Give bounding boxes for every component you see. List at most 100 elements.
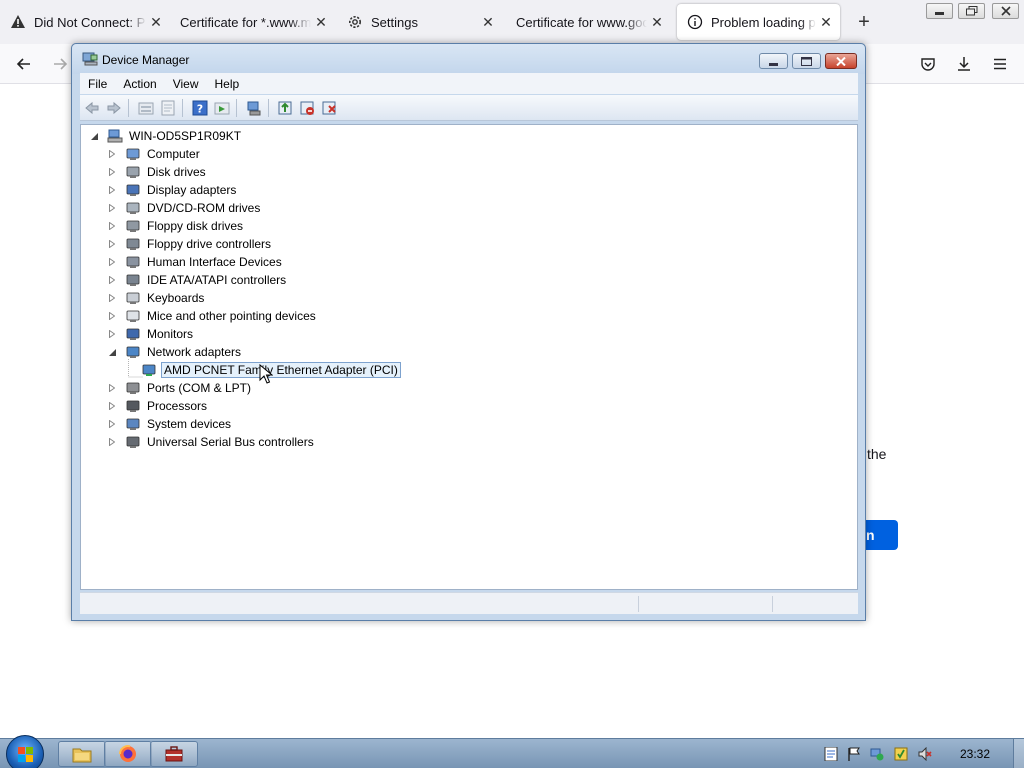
dm-minimize-button[interactable] (759, 53, 788, 69)
windows-logo-icon (18, 747, 33, 762)
menu-help[interactable]: Help (207, 77, 248, 91)
dm-maximize-button[interactable] (792, 53, 821, 69)
menu-button[interactable] (988, 52, 1012, 76)
expand-arrow-icon[interactable] (107, 181, 117, 199)
browser-tabstrip: Did Not Connect: Potential Security Issu… (0, 0, 1024, 44)
tree-node-label: Disk drives (147, 165, 206, 179)
expand-arrow-icon[interactable] (107, 199, 117, 217)
tab-certificate-google[interactable]: Certificate for www.google.com ✕ (506, 4, 671, 40)
tab-close-button[interactable]: ✕ (146, 14, 166, 31)
collapse-arrow-icon[interactable] (107, 343, 117, 361)
expand-arrow-icon[interactable] (107, 271, 117, 289)
start-button[interactable] (6, 735, 44, 768)
action-center-icon[interactable] (824, 747, 838, 761)
tree-category-display-adapters[interactable]: Display adapters (107, 181, 238, 199)
tab-certificate-mozilla[interactable]: Certificate for *.www.mozilla.org ✕ (170, 4, 335, 40)
expand-arrow-icon[interactable] (107, 235, 117, 253)
tree-root-computer[interactable]: WIN-OD5SP1R09KT (89, 127, 243, 145)
expand-arrow-icon[interactable] (107, 397, 117, 415)
expand-arrow-icon[interactable] (107, 379, 117, 397)
tree-category-floppy-disk-drives[interactable]: Floppy disk drives (107, 217, 245, 235)
display-adapter-icon (125, 182, 141, 198)
tree-category-floppy-drive-controllers[interactable]: Floppy drive controllers (107, 235, 273, 253)
browser-restore-button[interactable] (958, 3, 985, 19)
tree-category-monitors[interactable]: Monitors (107, 325, 195, 343)
menu-view[interactable]: View (165, 77, 207, 91)
expand-arrow-icon[interactable] (107, 253, 117, 271)
tab-close-button[interactable]: ✕ (478, 14, 498, 31)
maximize-icon (801, 56, 812, 66)
menu-file[interactable]: File (80, 77, 115, 91)
tab-problem-loading[interactable]: Problem loading page ✕ (677, 4, 840, 40)
tree-category-system-devices[interactable]: System devices (107, 415, 233, 433)
expand-arrow-icon[interactable] (107, 415, 117, 433)
uninstall-device-icon[interactable] (321, 100, 337, 116)
new-tab-button[interactable]: + (853, 10, 875, 34)
tree-category-universal-serial-bus-controllers[interactable]: Universal Serial Bus controllers (107, 433, 316, 451)
computer-icon (107, 128, 123, 144)
security-shield-icon[interactable] (894, 747, 908, 761)
toolbar-separator (236, 99, 237, 117)
tree-category-ports-com-lpt[interactable]: Ports (COM & LPT) (107, 379, 253, 397)
expand-arrow-icon[interactable] (107, 307, 117, 325)
tree-category-disk-drives[interactable]: Disk drives (107, 163, 208, 181)
taskbar-explorer[interactable] (58, 741, 106, 767)
show-hidden-icon[interactable] (214, 100, 230, 116)
tree-category-mice-and-other-pointing-devices[interactable]: Mice and other pointing devices (107, 307, 318, 325)
up-level-icon[interactable] (138, 100, 154, 116)
volume-muted-icon[interactable] (918, 747, 932, 761)
expand-arrow-icon[interactable] (107, 433, 117, 451)
forward-button[interactable] (48, 52, 72, 76)
taskbar: 23:32 (0, 735, 1024, 768)
disable-device-icon[interactable] (299, 100, 315, 116)
network-status-icon[interactable] (870, 747, 884, 761)
computer-name: WIN-OD5SP1R09KT (129, 129, 242, 143)
tab-close-button[interactable]: ✕ (311, 14, 331, 31)
help-icon[interactable]: ? (192, 100, 208, 116)
downloads-button[interactable] (952, 52, 976, 76)
dm-close-button[interactable] (825, 53, 857, 69)
hid-icon (125, 254, 141, 270)
tree-category-computer[interactable]: Computer (107, 145, 202, 163)
tree-node-label: Monitors (147, 327, 194, 341)
expand-arrow-icon[interactable] (107, 325, 117, 343)
tree-category-network-adapters[interactable]: Network adapters (107, 343, 243, 361)
tree-node-label: Keyboards (147, 291, 205, 305)
expand-arrow-icon[interactable] (107, 163, 117, 181)
toolbar-separator (128, 99, 129, 117)
taskbar-firefox[interactable] (104, 741, 152, 767)
tab-settings[interactable]: Settings ✕ (337, 4, 502, 40)
collapse-arrow-icon[interactable] (89, 127, 99, 145)
mouse-cursor (259, 364, 273, 384)
tree-category-dvd-cd-rom-drives[interactable]: DVD/CD-ROM drives (107, 199, 262, 217)
tree-category-human-interface-devices[interactable]: Human Interface Devices (107, 253, 284, 271)
browser-minimize-button[interactable] (926, 3, 953, 19)
update-driver-icon[interactable] (277, 100, 293, 116)
tree-node-label: Floppy drive controllers (147, 237, 272, 251)
clock[interactable]: 23:32 (960, 747, 990, 761)
tree-category-ide-ata-atapi-controllers[interactable]: IDE ATA/ATAPI controllers (107, 271, 288, 289)
tab-close-button[interactable]: ✕ (816, 14, 836, 31)
scan-hardware-icon[interactable] (246, 100, 262, 116)
close-icon (1000, 6, 1011, 16)
back-button[interactable] (12, 52, 36, 76)
menu-action[interactable]: Action (115, 77, 164, 91)
flag-icon[interactable] (847, 747, 861, 761)
device-manager-titlebar[interactable]: Device Manager (72, 44, 865, 74)
show-desktop-button[interactable] (1013, 739, 1024, 768)
expand-arrow-icon[interactable] (107, 217, 117, 235)
tree-category-keyboards[interactable]: Keyboards (107, 289, 206, 307)
expand-arrow-icon[interactable] (107, 145, 117, 163)
browser-close-button[interactable] (992, 3, 1019, 19)
usb-icon (125, 434, 141, 450)
taskbar-toolbox[interactable] (150, 741, 198, 767)
properties-icon[interactable] (160, 100, 176, 116)
tree-category-processors[interactable]: Processors (107, 397, 209, 415)
forward-arrow-icon[interactable] (106, 100, 122, 116)
expand-arrow-icon[interactable] (107, 289, 117, 307)
pocket-button[interactable] (916, 52, 940, 76)
mouse-icon (125, 308, 141, 324)
tab-did-not-connect[interactable]: Did Not Connect: Potential Security Issu… (0, 4, 170, 40)
tab-close-button[interactable]: ✕ (647, 14, 667, 31)
back-arrow-icon[interactable] (84, 100, 100, 116)
